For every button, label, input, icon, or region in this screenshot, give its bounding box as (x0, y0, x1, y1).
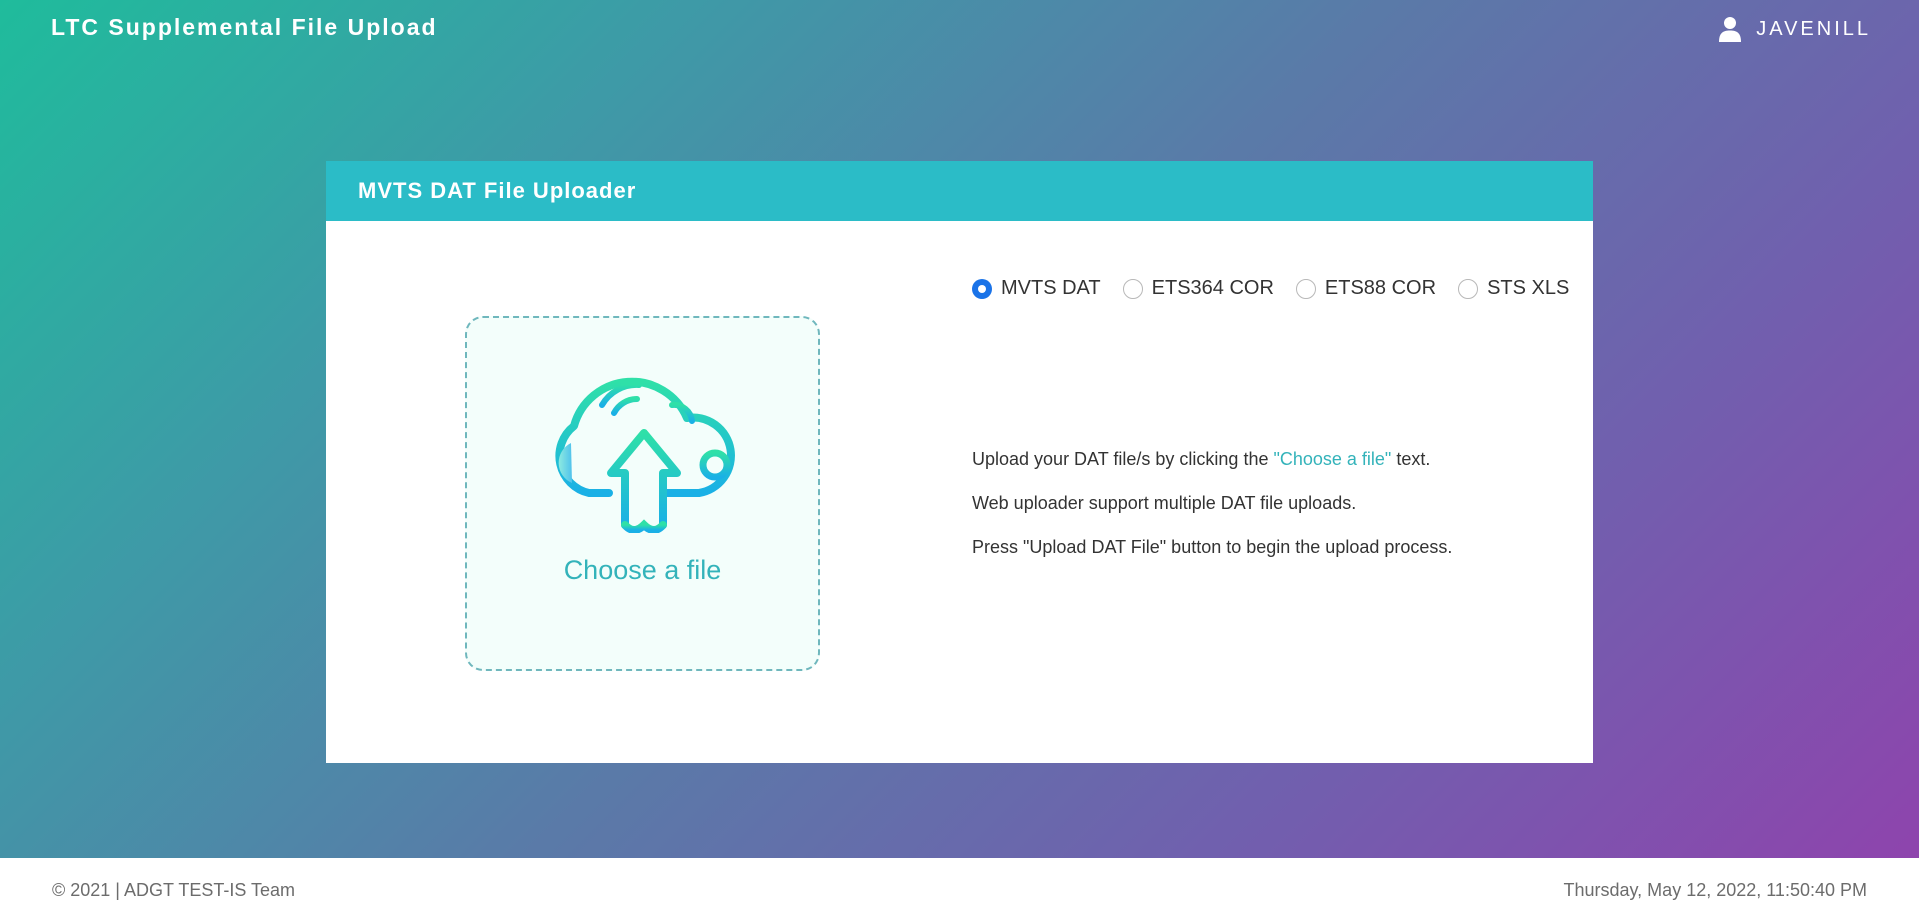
choose-file-link[interactable]: "Choose a file" (1273, 449, 1391, 469)
radio-mvts-dat[interactable]: MVTS DAT (972, 277, 1101, 300)
instruction-line-1: Upload your DAT file/s by clicking the "… (972, 448, 1452, 492)
radio-sts-xls[interactable]: STS XLS (1458, 277, 1569, 300)
radio-button[interactable] (972, 278, 992, 299)
choose-file-label[interactable]: Choose a file (467, 555, 818, 586)
user-menu[interactable]: JAVENILL (1718, 14, 1871, 44)
card-title: MVTS DAT File Uploader (358, 178, 637, 203)
instruction-text: Upload your DAT file/s by clicking the (972, 449, 1274, 469)
radio-label: ETS364 COR (1151, 277, 1274, 299)
radio-label: STS XLS (1487, 277, 1570, 299)
instruction-line-3: Press "Upload DAT File" button to begin … (972, 537, 1453, 557)
radio-ets88-cor[interactable]: ETS88 COR (1295, 277, 1437, 300)
page-footer: © 2021 | ADGT TEST-IS Team Thursday, May… (0, 858, 1919, 921)
radio-button[interactable] (1458, 278, 1479, 299)
datetime-display: Thursday, May 12, 2022, 11:50:40 PM (1563, 880, 1867, 900)
upload-instructions: Upload your DAT file/s by clicking the "… (972, 448, 1452, 580)
file-dropzone[interactable]: Choose a file (465, 316, 820, 671)
instruction-line-2: Web uploader support multiple DAT file u… (972, 493, 1357, 513)
radio-label: ETS88 COR (1324, 277, 1437, 299)
instruction-text: text. (1391, 449, 1431, 469)
radio-ets364-cor[interactable]: ETS364 COR (1122, 277, 1274, 300)
radio-label: MVTS DAT (1001, 277, 1101, 299)
app-title: LTC Supplemental File Upload (51, 14, 438, 40)
card-header: MVTS DAT File Uploader (326, 161, 1593, 221)
file-type-radio-group: MVTS DAT ETS364 COR ETS88 COR STS XLS (972, 277, 1569, 300)
uploader-card: MVTS DAT File Uploader Choose a file MVT… (326, 161, 1593, 763)
cloud-upload-icon (555, 377, 735, 533)
copyright-text: © 2021 | ADGT TEST-IS Team (52, 880, 296, 900)
radio-button[interactable] (1295, 278, 1316, 299)
user-icon (1719, 17, 1742, 42)
user-name: JAVENILL (1756, 17, 1871, 40)
radio-button[interactable] (1122, 278, 1143, 299)
